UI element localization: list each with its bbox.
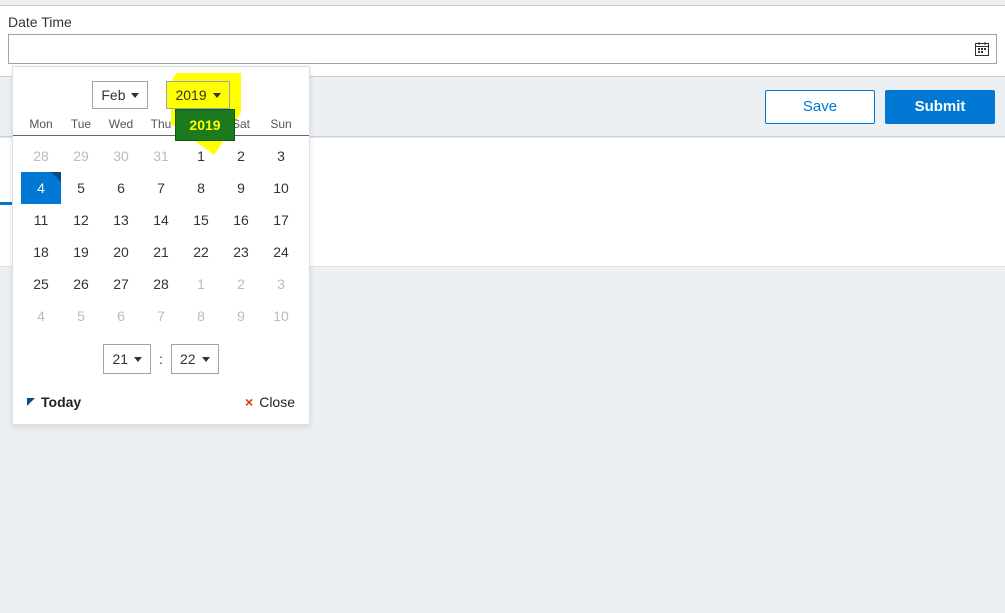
dow-tue: Tue bbox=[61, 117, 101, 131]
day-cell[interactable]: 8 bbox=[181, 172, 221, 204]
day-cell[interactable]: 31 bbox=[141, 140, 181, 172]
day-cell[interactable]: 5 bbox=[61, 300, 101, 332]
day-cell[interactable]: 2 bbox=[221, 140, 261, 172]
datetime-input[interactable] bbox=[15, 36, 974, 62]
time-row: 21 : 22 bbox=[13, 338, 309, 384]
datepicker-footer: Today × Close bbox=[13, 384, 309, 422]
day-cell[interactable]: 10 bbox=[261, 172, 301, 204]
day-cell[interactable]: 25 bbox=[21, 268, 61, 300]
close-icon: × bbox=[245, 394, 253, 410]
dow-sun: Sun bbox=[261, 117, 301, 131]
day-cell[interactable]: 29 bbox=[61, 140, 101, 172]
close-label: Close bbox=[259, 394, 295, 410]
today-marker-icon bbox=[27, 398, 35, 406]
chevron-down-icon bbox=[202, 357, 210, 362]
hour-value: 21 bbox=[112, 351, 128, 367]
day-cell[interactable]: 28 bbox=[141, 268, 181, 300]
save-button[interactable]: Save bbox=[765, 90, 875, 124]
year-dropdown-option[interactable]: 2019 bbox=[175, 109, 235, 141]
day-cell[interactable]: 7 bbox=[141, 172, 181, 204]
day-cell[interactable]: 6 bbox=[101, 300, 141, 332]
day-cell[interactable]: 2 bbox=[221, 268, 261, 300]
day-cell[interactable]: 20 bbox=[101, 236, 141, 268]
day-cell[interactable]: 13 bbox=[101, 204, 141, 236]
day-cell[interactable]: 16 bbox=[221, 204, 261, 236]
today-label: Today bbox=[41, 394, 81, 410]
day-cell[interactable]: 18 bbox=[21, 236, 61, 268]
day-cell[interactable]: 24 bbox=[261, 236, 301, 268]
day-cell[interactable]: 28 bbox=[21, 140, 61, 172]
datepicker-header: Feb 2019 bbox=[13, 67, 309, 117]
today-button[interactable]: Today bbox=[27, 394, 81, 410]
month-select[interactable]: Feb bbox=[92, 81, 148, 109]
datetime-input-wrapper[interactable] bbox=[8, 34, 997, 64]
day-cell[interactable]: 17 bbox=[261, 204, 301, 236]
day-cell[interactable]: 10 bbox=[261, 300, 301, 332]
day-cell[interactable]: 4 bbox=[21, 300, 61, 332]
day-cell[interactable]: 11 bbox=[21, 204, 61, 236]
close-button[interactable]: × Close bbox=[245, 394, 295, 410]
minute-select[interactable]: 22 bbox=[171, 344, 219, 374]
minute-value: 22 bbox=[180, 351, 196, 367]
day-cell[interactable]: 15 bbox=[181, 204, 221, 236]
calendar-icon[interactable] bbox=[974, 41, 990, 57]
weekday-header: Mon Tue Wed Thu Fri Sat Sun bbox=[13, 117, 309, 136]
chevron-down-icon bbox=[213, 93, 221, 98]
day-cell[interactable]: 1 bbox=[181, 140, 221, 172]
day-cell[interactable]: 22 bbox=[181, 236, 221, 268]
day-cell[interactable]: 30 bbox=[101, 140, 141, 172]
day-cell[interactable]: 8 bbox=[181, 300, 221, 332]
month-select-value: Feb bbox=[101, 87, 125, 103]
day-cell[interactable]: 23 bbox=[221, 236, 261, 268]
day-cell[interactable]: 26 bbox=[61, 268, 101, 300]
day-cell[interactable]: 3 bbox=[261, 268, 301, 300]
time-separator: : bbox=[159, 351, 163, 367]
day-cell[interactable]: 27 bbox=[101, 268, 141, 300]
day-cell[interactable]: 9 bbox=[221, 300, 261, 332]
day-cell[interactable]: 3 bbox=[261, 140, 301, 172]
day-cell[interactable]: 14 bbox=[141, 204, 181, 236]
hour-select[interactable]: 21 bbox=[103, 344, 151, 374]
chevron-down-icon bbox=[131, 93, 139, 98]
day-cell[interactable]: 12 bbox=[61, 204, 101, 236]
day-cell[interactable]: 7 bbox=[141, 300, 181, 332]
calendar-grid: 2829303112345678910111213141516171819202… bbox=[13, 136, 309, 338]
year-select-value: 2019 bbox=[175, 87, 206, 103]
dow-wed: Wed bbox=[101, 117, 141, 131]
chevron-down-icon bbox=[134, 357, 142, 362]
day-cell[interactable]: 1 bbox=[181, 268, 221, 300]
datepicker-popup: Feb 2019 2019 Mon Tue Wed Thu Fri Sat Su… bbox=[12, 66, 310, 425]
submit-button[interactable]: Submit bbox=[885, 90, 995, 124]
day-cell[interactable]: 6 bbox=[101, 172, 141, 204]
field-label: Date Time bbox=[8, 14, 997, 30]
day-cell[interactable]: 21 bbox=[141, 236, 181, 268]
day-cell[interactable]: 5 bbox=[61, 172, 101, 204]
day-cell[interactable]: 19 bbox=[61, 236, 101, 268]
year-select[interactable]: 2019 bbox=[166, 81, 229, 109]
day-cell[interactable]: 9 bbox=[221, 172, 261, 204]
day-cell[interactable]: 4 bbox=[21, 172, 61, 204]
dow-mon: Mon bbox=[21, 117, 61, 131]
